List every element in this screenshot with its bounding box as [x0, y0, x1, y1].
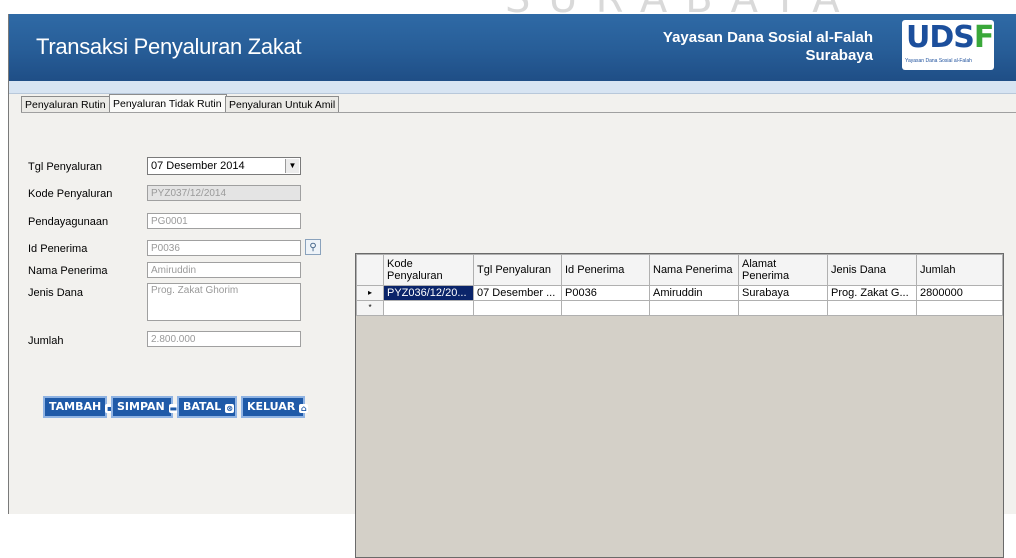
organization-name: Yayasan Dana Sosial al-Falah: [662, 29, 873, 46]
table-cell[interactable]: [561, 300, 650, 316]
kode-penyaluran-field[interactable]: PYZ037/12/2014: [147, 185, 301, 201]
table-cell[interactable]: [827, 300, 917, 316]
organization-city: Surabaya: [805, 47, 873, 64]
batal-button[interactable]: BATAL ⊗: [177, 396, 237, 418]
new-row-indicator-icon[interactable]: *: [356, 300, 384, 316]
id-penerima-label: Id Penerima: [28, 243, 88, 255]
jumlah-field[interactable]: 2.800.000: [147, 331, 301, 347]
pendayagunaan-label: Pendayagunaan: [28, 216, 109, 228]
row-header-corner: [356, 254, 384, 286]
logo-tagline: Yayasan Dana Sosial al-Falah: [905, 58, 972, 64]
home-icon: ⌂: [299, 404, 309, 413]
simpan-button[interactable]: SIMPAN ▬: [111, 396, 178, 418]
main-window: Transaksi Penyaluran Zakat Yayasan Dana …: [8, 14, 1016, 558]
nama-penerima-label: Nama Penerima: [28, 265, 108, 277]
grid-table: Kode Penyaluran Tgl Penyaluran Id Peneri…: [356, 254, 1003, 316]
jenis-dana-field[interactable]: Prog. Zakat Ghorim: [147, 283, 301, 321]
column-header[interactable]: Alamat Penerima: [738, 254, 828, 286]
new-row[interactable]: *: [356, 300, 1003, 316]
udsf-logo: UDSF Yayasan Dana Sosial al-Falah: [902, 20, 994, 70]
page-title: Transaksi Penyaluran Zakat: [36, 34, 302, 59]
table-cell[interactable]: Surabaya: [738, 285, 828, 301]
tambah-button[interactable]: TAMBAH ▪: [43, 396, 115, 418]
tab-penyaluran-tidak-rutin[interactable]: Penyaluran Tidak Rutin: [109, 94, 227, 113]
header-bar: Transaksi Penyaluran Zakat Yayasan Dana …: [9, 14, 1016, 81]
header-subbar: [9, 81, 1016, 94]
pendayagunaan-field[interactable]: PG0001: [147, 213, 301, 229]
table-cell[interactable]: [473, 300, 562, 316]
table-cell[interactable]: Prog. Zakat G...: [827, 285, 917, 301]
jenis-dana-label: Jenis Dana: [28, 287, 84, 299]
keluar-button[interactable]: KELUAR ⌂: [241, 396, 309, 418]
tab-penyaluran-untuk-amil[interactable]: Penyaluran Untuk Amil: [225, 96, 339, 113]
kode-penyaluran-label: Kode Penyaluran: [28, 188, 113, 200]
column-header[interactable]: Jumlah: [916, 254, 1003, 286]
table-cell[interactable]: 07 Desember ...: [473, 285, 562, 301]
jumlah-label: Jumlah: [28, 335, 64, 347]
table-cell[interactable]: 2800000: [916, 285, 1003, 301]
table-cell[interactable]: Amiruddin: [649, 285, 739, 301]
table-cell[interactable]: [916, 300, 1003, 316]
table-cell[interactable]: [738, 300, 828, 316]
table-cell[interactable]: PYZ036/12/20...: [383, 285, 474, 301]
column-header[interactable]: Nama Penerima: [649, 254, 739, 286]
cancel-icon: ⊗: [225, 404, 235, 413]
column-header[interactable]: Kode Penyaluran: [383, 254, 474, 286]
current-row-indicator-icon[interactable]: ▸: [356, 285, 384, 301]
tab-penyaluran-rutin[interactable]: Penyaluran Rutin: [21, 96, 111, 113]
search-icon[interactable]: ⚲: [305, 239, 321, 255]
watermark: SURABAYA: [0, 0, 1016, 14]
chevron-down-icon[interactable]: ▼: [285, 159, 299, 173]
table-cell[interactable]: [383, 300, 474, 316]
tgl-penyaluran-dropdown[interactable]: 07 Desember 2014 ▼: [147, 157, 301, 175]
id-penerima-field[interactable]: P0036: [147, 240, 301, 256]
grid-header-row: Kode Penyaluran Tgl Penyaluran Id Peneri…: [356, 254, 1003, 286]
column-header[interactable]: Id Penerima: [561, 254, 650, 286]
column-header[interactable]: Jenis Dana: [827, 254, 917, 286]
watermark-text: SURABAYA: [505, 0, 858, 14]
tgl-penyaluran-label: Tgl Penyaluran: [28, 161, 102, 173]
data-grid[interactable]: Kode Penyaluran Tgl Penyaluran Id Peneri…: [355, 253, 1004, 558]
logo-letters: UDSF: [906, 20, 994, 55]
nama-penerima-field[interactable]: Amiruddin: [147, 262, 301, 278]
tab-panel: Tgl Penyaluran 07 Desember 2014 ▼ Kode P…: [21, 112, 1016, 558]
tgl-penyaluran-value: 07 Desember 2014: [151, 160, 245, 172]
column-header[interactable]: Tgl Penyaluran: [473, 254, 562, 286]
table-cell[interactable]: [649, 300, 739, 316]
table-cell[interactable]: P0036: [561, 285, 650, 301]
table-row[interactable]: ▸ PYZ036/12/20... 07 Desember ... P0036 …: [356, 285, 1003, 301]
